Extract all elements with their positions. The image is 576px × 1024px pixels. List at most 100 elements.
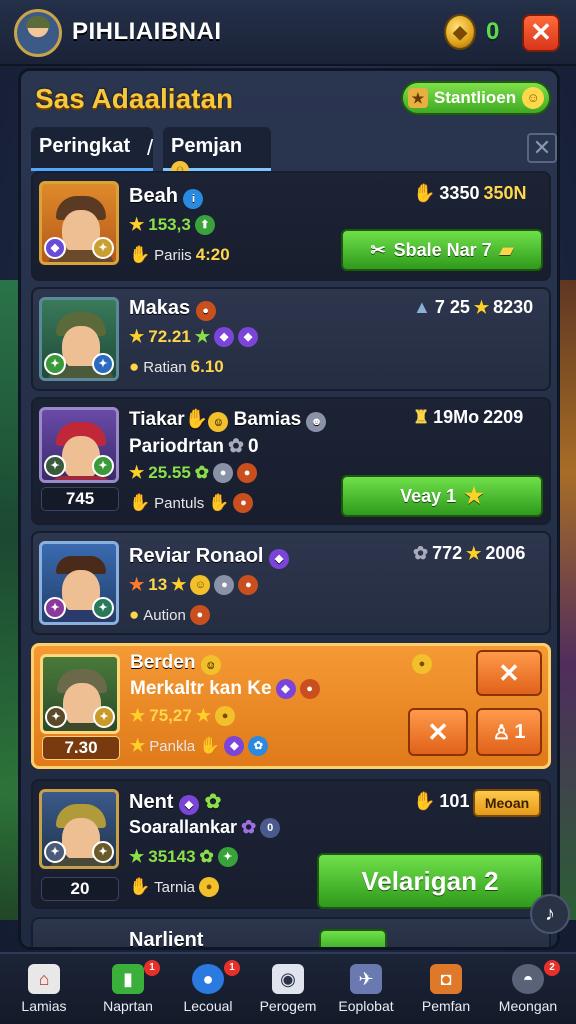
player-portrait: ✦ ✦ (39, 297, 119, 381)
sub-line: ● Aution ● (129, 605, 210, 625)
camera-icon: ◉ (272, 964, 304, 994)
sub-line: ★ Pankla ✋ ◆ ✿ (130, 736, 269, 756)
row-action-label: Veay 1 (400, 485, 457, 506)
rating-value: 13 (148, 575, 168, 594)
rating-line: ★ 72.21 ★ ◆ ◆ (129, 327, 259, 347)
rating-line: ★ 35143 ✿ ✦ (129, 847, 238, 867)
sub-label: Ratian (143, 358, 187, 376)
tab-pemjan[interactable]: Pemjan ☺ (163, 127, 271, 179)
nav-label: Naprtan (103, 998, 153, 1014)
row-action-label: Sbale Nar 7 (393, 239, 492, 260)
sub-value: 4:20 (195, 245, 230, 264)
nav-pemfan[interactable]: ◘ Pemfan (406, 954, 486, 1024)
shield-icon: ✦ (92, 597, 114, 619)
leaderboard-panel: Sas Adaaliatan ★ Stantlioen ☺ Peringkat … (18, 68, 560, 950)
badge-icon: ✦ (44, 841, 66, 863)
gold-coin-icon[interactable]: ◆ (444, 14, 476, 50)
nav-label: Eoplobat (338, 998, 394, 1014)
coin-icon: ● (412, 654, 432, 674)
player-portrait: ◆ ✦ (39, 181, 119, 265)
sub-line: ● Ratian 6.10 (129, 357, 224, 377)
smile-coin-icon: ☺ (522, 87, 545, 109)
notification-badge: 1 (144, 960, 160, 976)
dismiss-button[interactable]: ✕ (476, 650, 542, 696)
leaderboard-row[interactable]: ✦ ✦ 20 Nent ◆ ✿ Soarallankar ✿ 0 ★ 35143 ✿ ✦ ✋… (31, 779, 551, 909)
shield-icon: ✦ (92, 841, 114, 863)
star-icon: ★ (464, 483, 484, 508)
cancel-button[interactable]: ✕ (408, 708, 468, 756)
stantlioen-label: Stantlioen (433, 88, 517, 107)
nav-lamias[interactable]: ⌂ Lamias (4, 954, 84, 1024)
rating-line: ★ 153,3 ⬆ (129, 215, 215, 235)
row-action-button[interactable] (319, 929, 387, 947)
close-button[interactable]: ✕ (522, 14, 560, 52)
sub-line: ✋ Pantuls ✋ ● (129, 493, 254, 513)
shield-icon: ✦ (93, 706, 115, 728)
shield-icon: ✦ (92, 237, 114, 259)
home-icon: ⌂ (28, 964, 60, 994)
leaderboard-row[interactable]: ✦ ✦ Reviar Ronaol ◆ ★ 13 ★ ☺ ● ● ● Aution ● ✿ 772… (31, 531, 551, 635)
sub-label: Tarnia (154, 878, 196, 896)
player-portrait: ✦ ✦ (40, 654, 120, 734)
velarigan-button[interactable]: Velarigan 2 (317, 853, 543, 909)
count-button[interactable]: ♙ 1 (476, 708, 542, 756)
leaderboard-row-highlighted[interactable]: ✦ ✦ 7.30 Berden ☺ Merkaltr kan Ke ◆ ● ★ 75,2… (31, 643, 551, 769)
nav-perogem[interactable]: ◉ Perogem (248, 954, 328, 1024)
sub-label: Pantuls (154, 494, 205, 512)
right-stat: ✋ 101 (413, 791, 470, 811)
leaderboard-row[interactable]: ✦ ✦ Makas ● ★ 72.21 ★ ◆ ◆ ● Ratian 6.10 ▲ 7 25 ★ 8… (31, 287, 551, 391)
player-score: 7.30 (42, 736, 120, 760)
player-name: Berden ☺ (130, 652, 221, 675)
nav-lecoual[interactable]: ● 1 Lecoual (168, 954, 248, 1024)
player-portrait: ✦ ✦ (39, 541, 119, 625)
gem-icon: ◆ (238, 327, 259, 347)
leaderboard-row[interactable]: Narlient (31, 917, 551, 950)
nav-naprtan[interactable]: ▮ 1 Naprtan (88, 954, 168, 1024)
close-icon: ✕ (530, 17, 552, 47)
badge-icon: ✦ (45, 706, 67, 728)
player-score: 745 (41, 487, 119, 511)
nav-meongan[interactable]: ◓ 2 Meongan (488, 954, 568, 1024)
notification-badge: 2 (544, 960, 560, 976)
line2: Merkaltr kan Ke ◆ ● (130, 678, 320, 700)
swords-icon: ✂ (370, 239, 386, 260)
meoan-button[interactable]: Meoan (473, 789, 541, 817)
player-name: Beah i (129, 185, 204, 209)
rating-value: 153,3 (148, 215, 191, 234)
trophy-icon: ★ (407, 88, 428, 108)
right-stat: ✋ 3350 350N (413, 183, 527, 203)
leaderboard-row[interactable]: ✦ ✦ 745 Tiakar✋ ☺ Bamias ☻ Pariodrtan ✿ 0 … (31, 397, 551, 525)
rating-value: 72.21 (148, 327, 191, 346)
gold-bar-icon: ▰ (499, 239, 514, 260)
panel-title: Sas Adaaliatan (35, 83, 234, 114)
scroll-shortcut-button[interactable]: ♪ (530, 894, 570, 934)
sub-line: ✋ Pariis 4:20 (129, 245, 230, 265)
right-stat: ♜ 19Mo 2209 (413, 407, 524, 427)
nav-label: Lecoual (183, 998, 233, 1014)
nav-label: Meongan (498, 998, 558, 1014)
sub-label: Aution (143, 606, 186, 624)
nav-eoplobat[interactable]: ✈ Eoplobat (326, 954, 406, 1024)
player-portrait: ✦ ✦ (39, 407, 119, 483)
player-name: Reviar Ronaol ◆ (129, 545, 290, 569)
chest-icon: ◘ (430, 964, 462, 994)
map-icon: ✈ (350, 964, 382, 994)
tab-peringkat-label: Peringkat (39, 135, 131, 157)
sub-label: Pankla (149, 737, 196, 755)
player-name: Narlient (129, 929, 204, 950)
player-avatar[interactable] (14, 9, 62, 57)
tab-close-button[interactable]: ✕ (527, 133, 557, 163)
row-action-button[interactable]: ✂ Sbale Nar 7 ▰ (341, 229, 543, 271)
line2: Pariodrtan ✿ 0 (129, 435, 259, 458)
badge-icon: ✦ (44, 455, 66, 477)
row-action-button[interactable]: Veay 1 ★ (341, 475, 543, 517)
player-name: Makas ● (129, 297, 216, 321)
player-score: 20 (41, 877, 119, 901)
tab-peringkat[interactable]: Peringkat (31, 127, 153, 171)
sub-label: Pariis (154, 246, 192, 264)
stantlioen-button[interactable]: ★ Stantlioen ☺ (401, 81, 551, 115)
badge-icon: ✦ (44, 353, 66, 375)
rank-badge-icon: ◆ (44, 237, 66, 259)
top-bar: PIHLIAIBNAI ◆ 0 ✕ (0, 0, 576, 66)
leaderboard-row[interactable]: ◆ ✦ Beah i ★ 153,3 ⬆ ✋ Pariis 4:20 ✋ 3350 350N … (31, 171, 551, 281)
